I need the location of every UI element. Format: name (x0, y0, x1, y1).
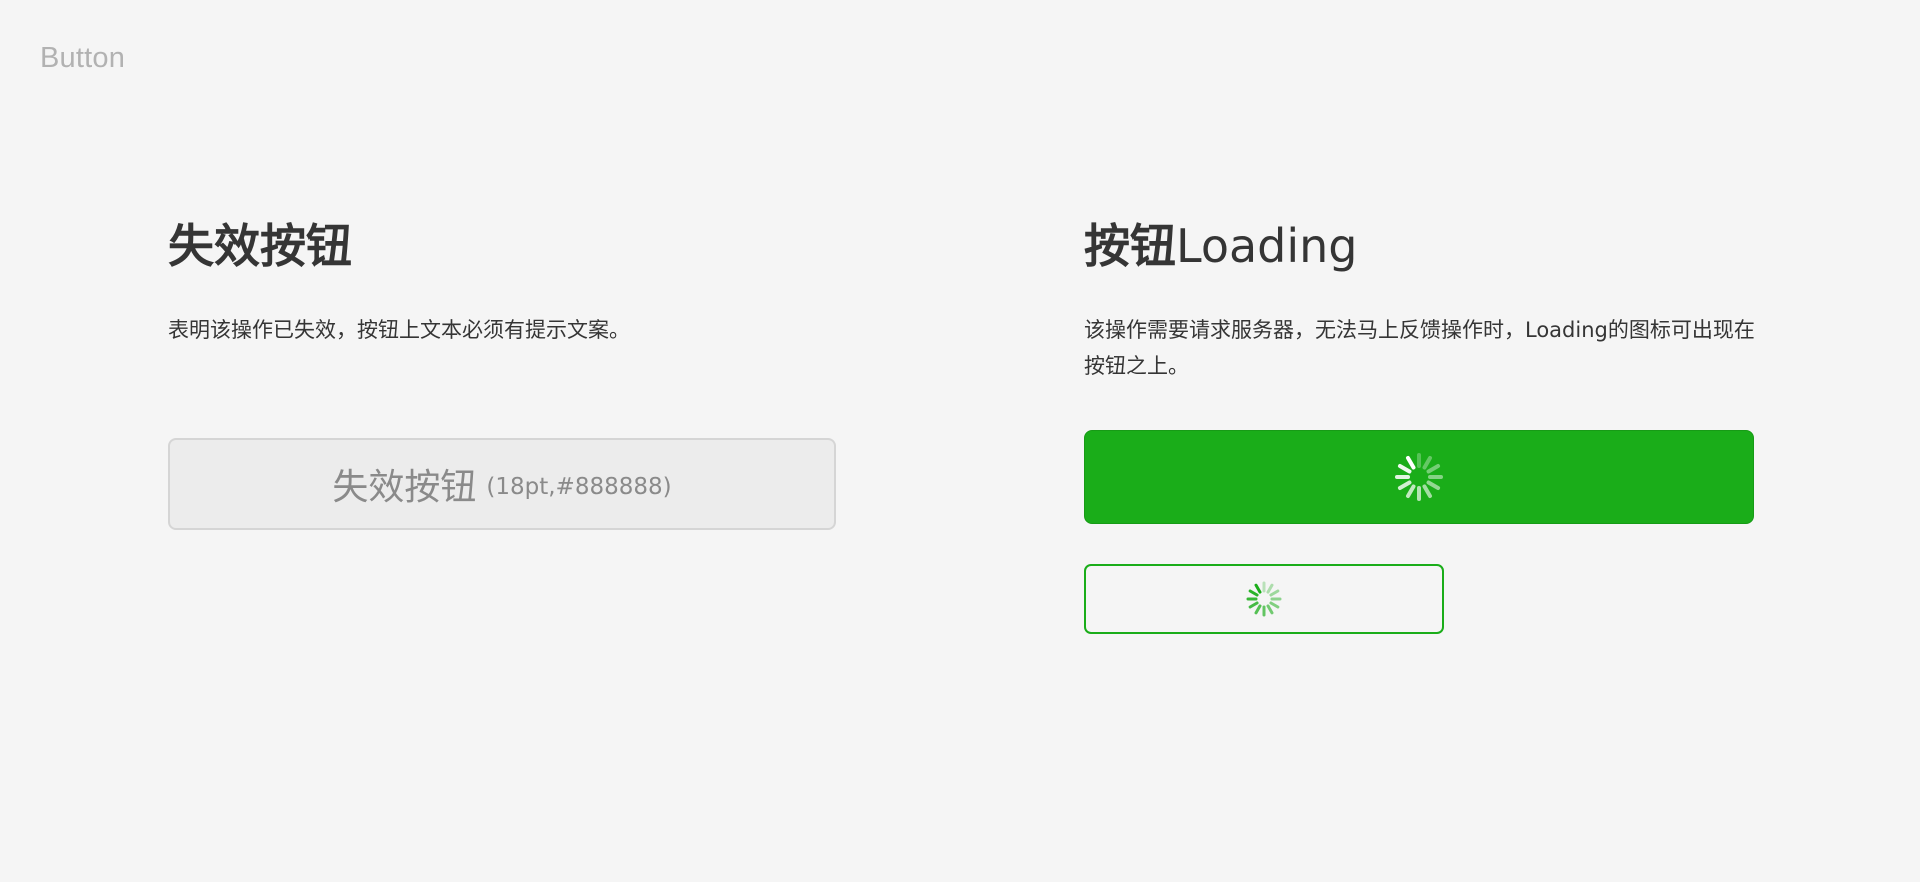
spinner-spoke (1397, 464, 1412, 474)
spinner-spoke (1426, 480, 1441, 490)
loading-spinner-icon (1395, 453, 1443, 501)
section-description: 表明该操作已失效，按钮上文本必须有提示文案。 (168, 318, 630, 342)
section-title: 按钮Loading (1084, 210, 1755, 282)
spinner-spoke (1248, 601, 1259, 609)
disabled-button-section: 失效按钮 表明该操作已失效，按钮上文本必须有提示文案。 失效按钮 (18pt,#… (168, 210, 838, 530)
disabled-button[interactable]: 失效按钮 (18pt,#888888) (168, 438, 836, 530)
section-title-bold: 按钮 (1084, 219, 1176, 273)
spinner-spoke (1266, 604, 1274, 615)
spinner-spoke (1269, 601, 1280, 609)
spinner-spoke (1266, 583, 1274, 594)
spinner-spoke (1406, 484, 1416, 499)
page-label: Button (40, 42, 126, 74)
section-title: 失效按钮 (168, 219, 352, 273)
spinner-spoke (1426, 464, 1441, 474)
loading-button-section: 按钮Loading 该操作需要请求服务器，无法马上反馈操作时，Loading的图… (1084, 210, 1755, 634)
spinner-spoke (1422, 484, 1432, 499)
plain-loading-button[interactable] (1084, 564, 1444, 634)
primary-loading-button[interactable] (1084, 430, 1754, 524)
spinner-spoke (1254, 604, 1262, 615)
spinner-spoke (1422, 455, 1432, 470)
spinner-spoke (1269, 589, 1280, 597)
disabled-button-note: (18pt,#888888) (486, 474, 672, 500)
section-title-light: Loading (1176, 219, 1358, 273)
disabled-button-label: 失效按钮 (332, 467, 477, 508)
spinner-spoke (1254, 583, 1262, 594)
loading-spinner-icon (1246, 581, 1282, 617)
spinner-spoke (1397, 480, 1412, 490)
spinner-spoke (1406, 455, 1416, 470)
spinner-spoke (1248, 589, 1259, 597)
section-description: 该操作需要请求服务器，无法马上反馈操作时，Loading的图标可出现在按钮之上。 (1084, 318, 1755, 378)
